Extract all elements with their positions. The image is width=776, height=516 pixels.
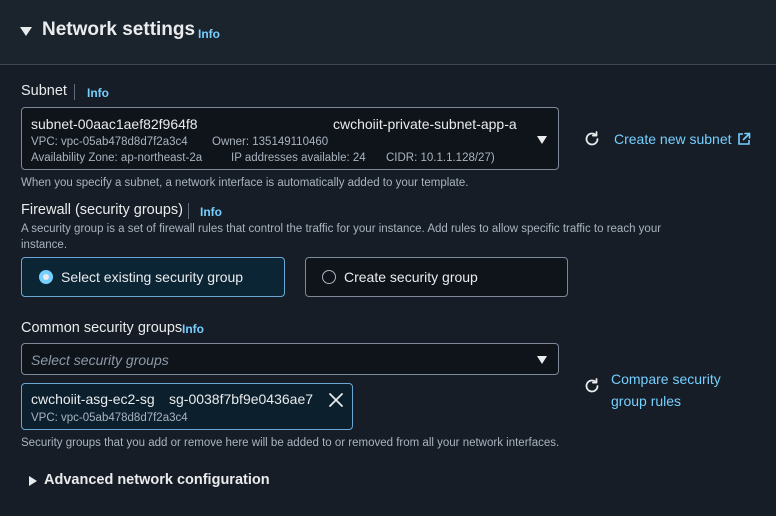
- sg-id: sg-0038f7bf9e0436ae7: [169, 391, 314, 407]
- sg-name: cwchoiit-asg-ec2-sg: [31, 391, 155, 407]
- subnet-label: Subnet: [21, 83, 67, 99]
- firewall-description-cont: instance.: [21, 239, 68, 251]
- subnet-az: Availability Zone: ap-northeast-2a: [31, 152, 203, 164]
- create-sg-option[interactable]: Create security group: [305, 257, 568, 297]
- subnet-owner: Owner: 135149110460: [212, 136, 329, 148]
- compare-sg-rules-link[interactable]: Compare security group rules: [611, 368, 721, 412]
- chevron-down-icon: [537, 356, 547, 364]
- refresh-icon[interactable]: [583, 130, 601, 148]
- advanced-network-toggle[interactable]: Advanced network configuration: [44, 472, 270, 488]
- subnet-select[interactable]: subnet-00aac1aef82f964f8 cwchoiit-privat…: [21, 107, 559, 170]
- create-new-subnet-label: Create new subnet: [614, 131, 732, 147]
- section-header[interactable]: Network settings Info: [0, 0, 776, 65]
- sg-vpc: VPC: vpc-05ab478d8d7f2a3c4: [31, 412, 188, 424]
- compare-link-line2: group rules: [611, 393, 682, 409]
- subnet-hint: When you specify a subnet, a network int…: [21, 177, 469, 189]
- firewall-info-link[interactable]: Info: [200, 205, 222, 219]
- selected-sg-token: cwchoiit-asg-ec2-sg sg-0038f7bf9e0436ae7…: [21, 383, 353, 430]
- firewall-label: Firewall (security groups): [21, 202, 183, 218]
- network-settings-panel: Network settings Info Subnet Info subnet…: [0, 0, 776, 516]
- divider: [74, 84, 75, 100]
- common-sg-hint: Security groups that you add or remove h…: [21, 437, 560, 449]
- select-placeholder: Select security groups: [31, 352, 169, 368]
- subnet-vpc: VPC: vpc-05ab478d8d7f2a3c4: [31, 136, 188, 148]
- select-existing-sg-option[interactable]: Select existing security group: [21, 257, 285, 297]
- option-label: Select existing security group: [61, 269, 244, 285]
- refresh-icon[interactable]: [583, 377, 601, 395]
- firewall-description: A security group is a set of firewall ru…: [21, 223, 662, 235]
- create-new-subnet-link[interactable]: Create new subnet: [614, 131, 732, 147]
- subnet-ips: IP addresses available: 24: [231, 152, 366, 164]
- section-title: Network settings: [42, 19, 196, 40]
- radio-selected-icon[interactable]: [39, 270, 53, 284]
- subnet-info-link[interactable]: Info: [87, 86, 109, 100]
- subnet-id: subnet-00aac1aef82f964f8: [31, 116, 198, 132]
- divider: [188, 203, 189, 219]
- close-icon[interactable]: [327, 391, 345, 409]
- compare-link-line1: Compare security: [611, 371, 721, 387]
- security-groups-select[interactable]: Select security groups: [21, 343, 559, 375]
- radio-unselected-icon[interactable]: [322, 270, 336, 284]
- common-sg-label: Common security groups: [21, 320, 183, 336]
- section-info-link[interactable]: Info: [198, 27, 220, 41]
- subnet-cidr: CIDR: 10.1.1.128/27): [386, 152, 495, 164]
- external-link-icon[interactable]: [737, 132, 751, 146]
- caret-right-icon[interactable]: [29, 476, 37, 486]
- common-sg-info-link[interactable]: Info: [182, 322, 204, 336]
- caret-down-icon[interactable]: [20, 27, 32, 36]
- option-label: Create security group: [344, 269, 478, 285]
- chevron-down-icon: [537, 136, 547, 144]
- subnet-name: cwchoiit-private-subnet-app-a: [333, 116, 517, 132]
